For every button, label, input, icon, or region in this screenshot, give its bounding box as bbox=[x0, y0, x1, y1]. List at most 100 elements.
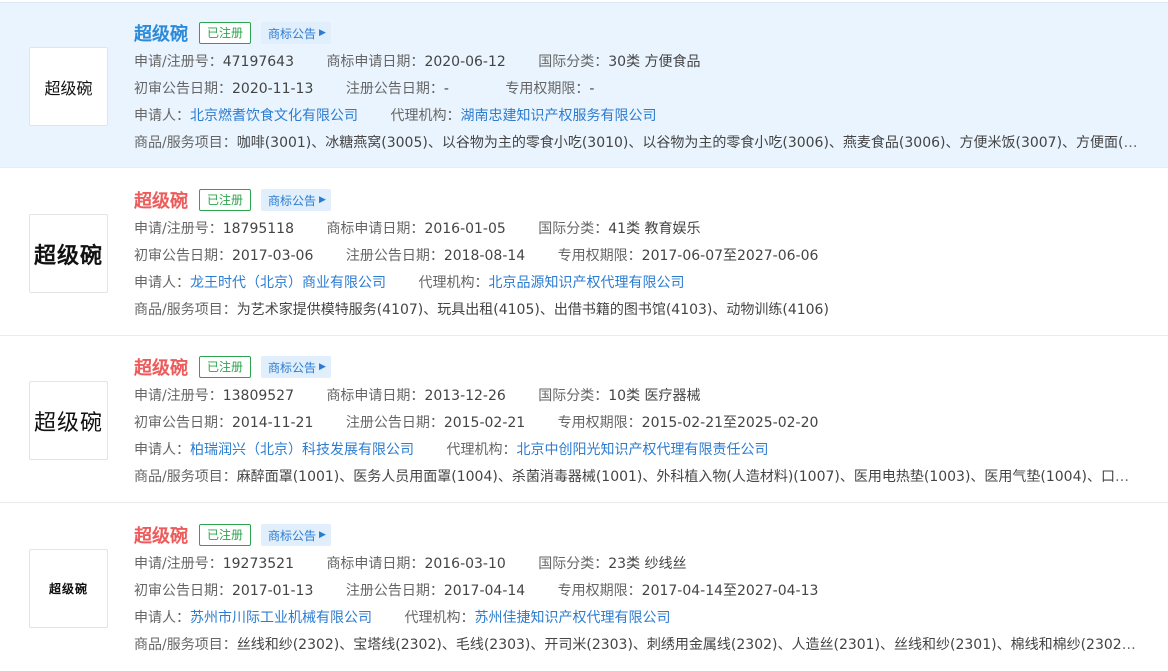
goods-label: 商品/服务项目： bbox=[134, 302, 237, 318]
trademark-row[interactable]: 超级碗 超级碗 已注册 商标公告 ▶ 申请/注册号：13809527 商标申请日期… bbox=[0, 337, 1168, 503]
apply-date-label: 商标申请日期： bbox=[326, 221, 425, 237]
first-notice-label: 初审公告日期： bbox=[134, 583, 232, 599]
trademark-title-line: 超级碗 已注册 商标公告 ▶ bbox=[134, 20, 331, 46]
applicant-link[interactable]: 柏瑞润兴（北京）科技发展有限公司 bbox=[190, 442, 414, 458]
apply-date-label: 商标申请日期： bbox=[326, 556, 425, 572]
applicant-link[interactable]: 苏州市川际工业机械有限公司 bbox=[190, 610, 372, 626]
first-notice-value: 2020-11-13 bbox=[232, 81, 314, 97]
agent-label: 代理机构： bbox=[446, 442, 517, 458]
trademark-row[interactable]: 超级碗 超级碗 已注册 商标公告 ▶ 申请/注册号：47197643 商标申请日期… bbox=[0, 2, 1168, 168]
applicant-label: 申请人： bbox=[134, 610, 190, 626]
info-line-3: 申请人：龙王时代（北京）商业有限公司 代理机构：北京品源知识产权代理有限公司 bbox=[134, 273, 684, 293]
exclusive-value: 2017-04-14至2027-04-13 bbox=[641, 583, 819, 599]
trademark-logo[interactable]: 超级碗 bbox=[29, 214, 108, 293]
trademark-name[interactable]: 超级碗 bbox=[134, 522, 188, 548]
trademark-logo-text: 超级碗 bbox=[33, 410, 103, 436]
goods-label: 商品/服务项目： bbox=[134, 135, 237, 151]
trademark-logo[interactable]: 超级碗 bbox=[29, 549, 108, 628]
trademark-logo[interactable]: 超级碗 bbox=[29, 381, 108, 460]
agent-label: 代理机构： bbox=[404, 610, 475, 626]
info-line-1: 申请/注册号：18795118 商标申请日期：2016-01-05 国际分类：4… bbox=[134, 219, 701, 239]
agent-link[interactable]: 湖南忠建知识产权服务有限公司 bbox=[460, 108, 656, 124]
notice-label: 商标公告 bbox=[268, 26, 317, 41]
applicant-label: 申请人： bbox=[134, 108, 190, 124]
trademark-title-line: 超级碗 已注册 商标公告 ▶ bbox=[134, 522, 331, 548]
reg-notice-label: 注册公告日期： bbox=[345, 583, 444, 599]
agent-link[interactable]: 苏州佳捷知识产权代理有限公司 bbox=[474, 610, 670, 626]
trademark-result-list: 超级碗 超级碗 已注册 商标公告 ▶ 申请/注册号：47197643 商标申请日期… bbox=[0, 0, 1168, 655]
status-badge: 已注册 bbox=[199, 189, 252, 211]
info-line-3: 申请人：柏瑞润兴（北京）科技发展有限公司 代理机构：北京中创阳光知识产权代理有限… bbox=[134, 440, 768, 460]
trademark-name[interactable]: 超级碗 bbox=[134, 354, 188, 380]
exclusive-value: 2015-02-21至2025-02-20 bbox=[641, 415, 819, 431]
trademark-logo-text: 超级碗 bbox=[33, 243, 103, 269]
exclusive-label: 专用权期限： bbox=[557, 415, 642, 431]
notice-label: 商标公告 bbox=[268, 360, 317, 375]
goods-line: 商品/服务项目：丝线和纱(2302)、宝塔线(2302)、毛线(2303)、开司… bbox=[134, 635, 1138, 655]
info-line-3: 申请人：苏州市川际工业机械有限公司 代理机构：苏州佳捷知识产权代理有限公司 bbox=[134, 608, 670, 628]
intl-class-value: 23类 纱线丝 bbox=[608, 556, 687, 572]
goods-label: 商品/服务项目： bbox=[134, 637, 237, 653]
goods-value: 丝线和纱(2302)、宝塔线(2302)、毛线(2303)、开司米(2303)、… bbox=[236, 637, 1138, 653]
notice-button[interactable]: 商标公告 ▶ bbox=[261, 524, 331, 546]
goods-value: 为艺术家提供模特服务(4107)、玩具出租(4105)、出借书籍的图书馆(410… bbox=[236, 302, 829, 318]
caret-right-icon: ▶ bbox=[319, 529, 326, 540]
info-line-2: 初审公告日期：2014-11-21 注册公告日期：2015-02-21 专用权期… bbox=[134, 413, 818, 433]
applicant-link[interactable]: 龙王时代（北京）商业有限公司 bbox=[190, 275, 386, 291]
notice-button[interactable]: 商标公告 ▶ bbox=[261, 356, 331, 378]
trademark-logo[interactable]: 超级碗 bbox=[29, 47, 108, 126]
app-no-value: 19273521 bbox=[222, 556, 294, 572]
reg-notice-label: 注册公告日期： bbox=[345, 415, 444, 431]
apply-date-value: 2016-03-10 bbox=[424, 556, 506, 572]
apply-date-value: 2016-01-05 bbox=[424, 221, 506, 237]
exclusive-label: 专用权期限： bbox=[557, 583, 642, 599]
info-line-1: 申请/注册号：47197643 商标申请日期：2020-06-12 国际分类：3… bbox=[134, 52, 701, 72]
info-line-2: 初审公告日期：2020-11-13 注册公告日期：- 专用权期限：- bbox=[134, 79, 594, 99]
trademark-name[interactable]: 超级碗 bbox=[134, 20, 188, 46]
info-line-2: 初审公告日期：2017-03-06 注册公告日期：2018-08-14 专用权期… bbox=[134, 246, 818, 266]
reg-notice-value: 2015-02-21 bbox=[443, 415, 526, 431]
agent-label: 代理机构： bbox=[390, 108, 461, 124]
notice-button[interactable]: 商标公告 ▶ bbox=[261, 22, 331, 44]
intl-class-value: 30类 方便食品 bbox=[608, 54, 701, 70]
status-badge: 已注册 bbox=[199, 524, 252, 546]
trademark-title-line: 超级碗 已注册 商标公告 ▶ bbox=[134, 187, 331, 213]
trademark-title-line: 超级碗 已注册 商标公告 ▶ bbox=[134, 354, 331, 380]
caret-right-icon: ▶ bbox=[319, 27, 326, 38]
first-notice-label: 初审公告日期： bbox=[134, 81, 232, 97]
app-no-label: 申请/注册号： bbox=[134, 54, 223, 70]
notice-label: 商标公告 bbox=[268, 528, 317, 543]
info-line-1: 申请/注册号：13809527 商标申请日期：2013-12-26 国际分类：1… bbox=[134, 386, 701, 406]
caret-right-icon: ▶ bbox=[319, 361, 326, 372]
agent-link[interactable]: 北京品源知识产权代理有限公司 bbox=[488, 275, 684, 291]
exclusive-label: 专用权期限： bbox=[557, 248, 642, 264]
status-badge: 已注册 bbox=[199, 22, 252, 44]
trademark-row[interactable]: 超级碗 超级碗 已注册 商标公告 ▶ 申请/注册号：19273521 商标申请日期… bbox=[0, 505, 1168, 671]
app-no-label: 申请/注册号： bbox=[134, 388, 223, 404]
reg-notice-label: 注册公告日期： bbox=[345, 248, 444, 264]
app-no-value: 13809527 bbox=[222, 388, 294, 404]
goods-value: 咖啡(3001)、冰糖燕窝(3005)、以谷物为主的零食小吃(3010)、以谷物… bbox=[236, 135, 1138, 151]
goods-line: 商品/服务项目：麻醉面罩(1001)、医务人员用面罩(1004)、杀菌消毒器械(… bbox=[134, 467, 1138, 487]
apply-date-label: 商标申请日期： bbox=[326, 388, 425, 404]
goods-line: 商品/服务项目：咖啡(3001)、冰糖燕窝(3005)、以谷物为主的零食小吃(3… bbox=[134, 133, 1138, 153]
trademark-name[interactable]: 超级碗 bbox=[134, 187, 188, 213]
reg-notice-value: - bbox=[443, 81, 449, 97]
app-no-value: 47197643 bbox=[222, 54, 294, 70]
app-no-label: 申请/注册号： bbox=[134, 556, 223, 572]
info-line-2: 初审公告日期：2017-01-13 注册公告日期：2017-04-14 专用权期… bbox=[134, 581, 818, 601]
trademark-logo-text: 超级碗 bbox=[44, 78, 93, 98]
intl-class-label: 国际分类： bbox=[538, 221, 609, 237]
info-line-3: 申请人：北京燃耆饮食文化有限公司 代理机构：湖南忠建知识产权服务有限公司 bbox=[134, 106, 656, 126]
agent-link[interactable]: 北京中创阳光知识产权代理有限责任公司 bbox=[516, 442, 768, 458]
notice-button[interactable]: 商标公告 ▶ bbox=[261, 189, 331, 211]
trademark-row[interactable]: 超级碗 超级碗 已注册 商标公告 ▶ 申请/注册号：18795118 商标申请日期… bbox=[0, 170, 1168, 336]
exclusive-value: - bbox=[589, 81, 595, 97]
status-badge: 已注册 bbox=[199, 356, 252, 378]
intl-class-label: 国际分类： bbox=[538, 54, 609, 70]
first-notice-value: 2017-03-06 bbox=[232, 248, 314, 264]
apply-date-value: 2013-12-26 bbox=[424, 388, 506, 404]
applicant-link[interactable]: 北京燃耆饮食文化有限公司 bbox=[190, 108, 358, 124]
app-no-label: 申请/注册号： bbox=[134, 221, 223, 237]
first-notice-value: 2017-01-13 bbox=[232, 583, 314, 599]
